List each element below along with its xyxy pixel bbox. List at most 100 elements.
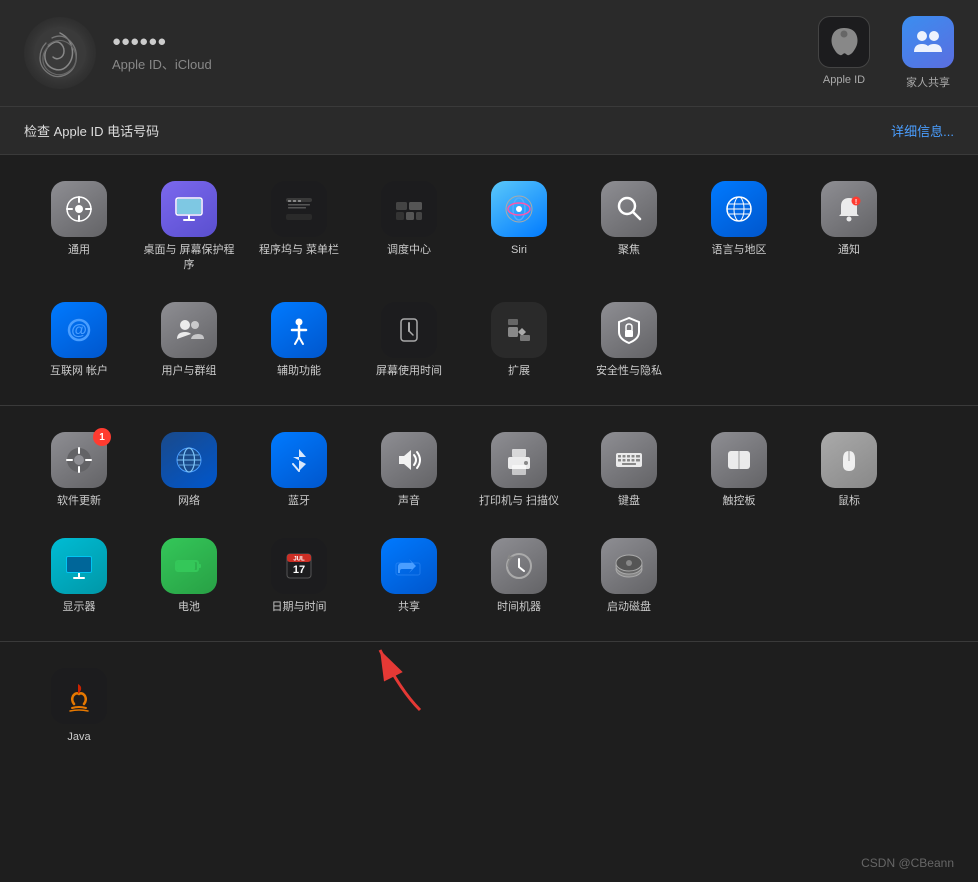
network-icon xyxy=(161,432,217,488)
accessibility-icon xyxy=(271,302,327,358)
java-icon xyxy=(51,668,107,724)
grid-item-security-privacy[interactable]: 安全性与隐私 xyxy=(574,292,684,389)
screen-time-label: 屏幕使用时间 xyxy=(376,364,442,379)
family-label: 家人共享 xyxy=(906,74,950,90)
section-1: 通用桌面与 屏幕保护程序 程序坞与 菜单栏 调度中心 Siri 聚焦 语言与地区! 通知 @ 互… xyxy=(0,155,978,406)
top-section: ●●●●●● Apple ID、iCloud Apple ID 家人共享 xyxy=(0,0,978,107)
accessibility-label: 辅助功能 xyxy=(277,364,321,379)
apple-id-icon xyxy=(818,16,870,68)
siri-label: Siri xyxy=(511,243,527,258)
time-machine-icon xyxy=(491,538,547,594)
java-label: Java xyxy=(67,730,90,745)
grid-item-users-groups[interactable]: 用户与群组 xyxy=(134,292,244,389)
grid-item-extensions[interactable]: 扩展 xyxy=(464,292,574,389)
sound-icon xyxy=(381,432,437,488)
banner-link[interactable]: 详细信息... xyxy=(891,121,954,140)
grid-item-java[interactable]: Java xyxy=(24,658,134,755)
printers-scanners-label: 打印机与 扫描仪 xyxy=(479,494,559,509)
section-3-grid: Java xyxy=(24,658,954,755)
user-info: ●●●●●● Apple ID、iCloud xyxy=(112,33,212,73)
displays-icon xyxy=(51,538,107,594)
grid-item-general[interactable]: 通用 xyxy=(24,171,134,284)
watermark: CSDN @CBeann xyxy=(861,856,954,870)
sharing-label: 共享 xyxy=(398,600,420,615)
grid-item-trackpad[interactable]: 触控板 xyxy=(684,422,794,519)
grid-item-desktop-screen[interactable]: 桌面与 屏幕保护程序 xyxy=(134,171,244,284)
grid-item-sound[interactable]: 声音 xyxy=(354,422,464,519)
section-1-grid: 通用桌面与 屏幕保护程序 程序坞与 菜单栏 调度中心 Siri 聚焦 语言与地区! 通知 @ 互… xyxy=(24,171,954,389)
sound-label: 声音 xyxy=(398,494,420,509)
internet-accounts-label: 互联网 帐户 xyxy=(50,364,108,379)
mission-control-label: 调度中心 xyxy=(387,243,431,258)
section-2: 1 软件更新 网络 蓝牙声音 打印机与 扫描仪 键盘 触控板 鼠标显示器 电池 JUL 17 日期与时… xyxy=(0,406,978,642)
spotlight-label: 聚焦 xyxy=(618,243,640,258)
date-time-label: 日期与时间 xyxy=(272,600,327,615)
grid-item-date-time[interactable]: JUL 17 日期与时间 xyxy=(244,528,354,625)
notifications-label: 通知 xyxy=(838,243,860,258)
security-privacy-label: 安全性与隐私 xyxy=(596,364,662,379)
network-label: 网络 xyxy=(178,494,200,509)
top-right-icons: Apple ID 家人共享 xyxy=(818,16,954,90)
banner: 检查 Apple ID 电话号码 详细信息... xyxy=(0,107,978,155)
svg-text:!: ! xyxy=(855,199,857,206)
grid-item-battery[interactable]: 电池 xyxy=(134,528,244,625)
dock-menu-icon xyxy=(271,181,327,237)
family-sharing-icon xyxy=(902,16,954,68)
section-3: Java xyxy=(0,642,978,771)
extensions-icon xyxy=(491,302,547,358)
grid-item-keyboard[interactable]: 键盘 xyxy=(574,422,684,519)
banner-text: 检查 Apple ID 电话号码 xyxy=(24,121,159,140)
grid-item-spotlight[interactable]: 聚焦 xyxy=(574,171,684,284)
desktop-screen-icon xyxy=(161,181,217,237)
desktop-screen-label: 桌面与 屏幕保护程序 xyxy=(140,243,238,274)
battery-label: 电池 xyxy=(178,600,200,615)
language-region-icon xyxy=(711,181,767,237)
grid-item-siri[interactable]: Siri xyxy=(464,171,574,284)
grid-item-notifications[interactable]: ! 通知 xyxy=(794,171,904,284)
startup-disk-icon xyxy=(601,538,657,594)
software-update-badge: 1 xyxy=(93,428,111,446)
users-groups-icon xyxy=(161,302,217,358)
grid-item-sharing[interactable]: 共享 xyxy=(354,528,464,625)
user-profile-left: ●●●●●● Apple ID、iCloud xyxy=(24,17,212,89)
grid-item-mission-control[interactable]: 调度中心 xyxy=(354,171,464,284)
mouse-label: 鼠标 xyxy=(838,494,860,509)
grid-item-internet-accounts[interactable]: @ 互联网 帐户 xyxy=(24,292,134,389)
family-sharing-button[interactable]: 家人共享 xyxy=(902,16,954,90)
svg-text:JUL: JUL xyxy=(293,556,305,562)
users-groups-label: 用户与群组 xyxy=(162,364,217,379)
user-subtitle: Apple ID、iCloud xyxy=(112,54,212,73)
keyboard-icon xyxy=(601,432,657,488)
grid-item-time-machine[interactable]: 时间机器 xyxy=(464,528,574,625)
grid-item-mouse[interactable]: 鼠标 xyxy=(794,422,904,519)
grid-item-accessibility[interactable]: 辅助功能 xyxy=(244,292,354,389)
displays-label: 显示器 xyxy=(63,600,96,615)
internet-accounts-icon: @ xyxy=(51,302,107,358)
grid-item-software-update[interactable]: 1 软件更新 xyxy=(24,422,134,519)
user-name: ●●●●●● xyxy=(112,33,212,50)
keyboard-label: 键盘 xyxy=(618,494,640,509)
grid-item-screen-time[interactable]: 屏幕使用时间 xyxy=(354,292,464,389)
trackpad-label: 触控板 xyxy=(723,494,756,509)
grid-item-displays[interactable]: 显示器 xyxy=(24,528,134,625)
screen-time-icon xyxy=(381,302,437,358)
time-machine-label: 时间机器 xyxy=(497,600,541,615)
grid-item-printers-scanners[interactable]: 打印机与 扫描仪 xyxy=(464,422,574,519)
software-update-label: 软件更新 xyxy=(57,494,101,509)
extensions-label: 扩展 xyxy=(508,364,530,379)
apple-id-label: Apple ID xyxy=(823,74,865,86)
grid-item-dock-menu[interactable]: 程序坞与 菜单栏 xyxy=(244,171,354,284)
grid-item-network[interactable]: 网络 xyxy=(134,422,244,519)
language-region-label: 语言与地区 xyxy=(712,243,767,258)
svg-text:17: 17 xyxy=(293,564,305,576)
startup-disk-label: 启动磁盘 xyxy=(607,600,651,615)
siri-icon xyxy=(491,181,547,237)
apple-id-button[interactable]: Apple ID xyxy=(818,16,870,90)
software-update-icon: 1 xyxy=(51,432,107,488)
dock-menu-label: 程序坞与 菜单栏 xyxy=(259,243,339,258)
grid-item-startup-disk[interactable]: 启动磁盘 xyxy=(574,528,684,625)
grid-item-bluetooth[interactable]: 蓝牙 xyxy=(244,422,354,519)
avatar[interactable] xyxy=(24,17,96,89)
grid-item-language-region[interactable]: 语言与地区 xyxy=(684,171,794,284)
bluetooth-icon xyxy=(271,432,327,488)
